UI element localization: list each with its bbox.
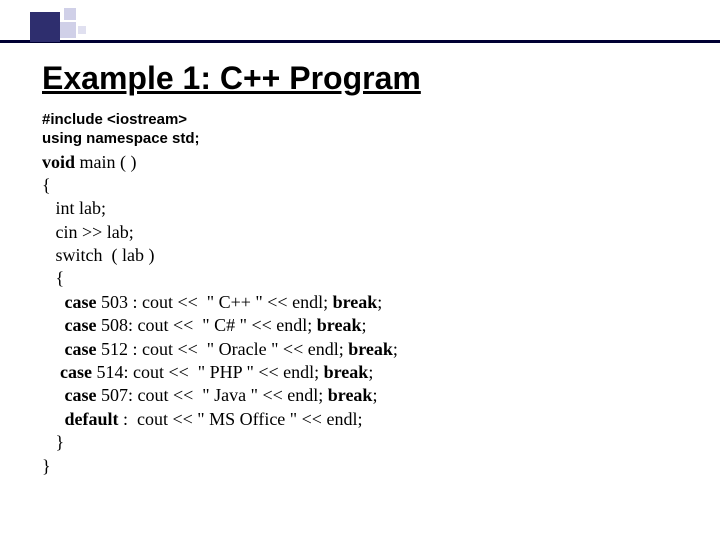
brace-open: { xyxy=(42,175,51,195)
kw-break: break xyxy=(333,292,378,312)
kw-case: case xyxy=(60,362,92,382)
switch-line: switch ( lab ) xyxy=(42,245,154,265)
semi: ; xyxy=(372,385,377,405)
indent xyxy=(42,292,65,312)
header-decoration xyxy=(0,0,720,48)
code-block: void main ( ) { int lab; cin >> lab; swi… xyxy=(42,151,690,478)
indent xyxy=(42,385,65,405)
square-icon xyxy=(64,8,76,20)
square-icon xyxy=(60,22,76,38)
kw-default: default xyxy=(65,409,119,429)
kw-break: break xyxy=(328,385,373,405)
default-line: : cout << " MS Office " << endl; xyxy=(119,409,363,429)
include-line: #include <iostream> xyxy=(42,111,690,130)
kw-case: case xyxy=(65,292,97,312)
main-sig: main ( ) xyxy=(75,152,136,172)
case-514: 514: cout << " PHP " << endl; xyxy=(92,362,324,382)
indent xyxy=(42,315,65,335)
case-512: 512 : cout << " Oracle " << endl; xyxy=(96,339,348,359)
switch-open: { xyxy=(42,268,64,288)
indent xyxy=(42,409,65,429)
slide: Example 1: C++ Program #include <iostrea… xyxy=(0,0,720,540)
using-line: using namespace std; xyxy=(42,130,690,149)
preamble: #include <iostream> using namespace std; xyxy=(42,111,690,149)
semi: ; xyxy=(377,292,382,312)
kw-case: case xyxy=(65,339,97,359)
int-line: int lab; xyxy=(42,198,106,218)
switch-close: } xyxy=(42,432,64,452)
cin-line: cin >> lab; xyxy=(42,222,134,242)
indent xyxy=(42,339,65,359)
header-bar xyxy=(0,40,720,43)
kw-break: break xyxy=(348,339,393,359)
case-507: 507: cout << " Java " << endl; xyxy=(96,385,327,405)
kw-break: break xyxy=(324,362,369,382)
content: Example 1: C++ Program #include <iostrea… xyxy=(42,60,690,478)
kw-case: case xyxy=(65,315,97,335)
kw-void: void xyxy=(42,152,75,172)
semi: ; xyxy=(361,315,366,335)
semi: ; xyxy=(393,339,398,359)
square-icon xyxy=(30,12,60,42)
case-508: 508: cout << " C# " << endl; xyxy=(96,315,316,335)
kw-break: break xyxy=(317,315,362,335)
semi: ; xyxy=(368,362,373,382)
slide-title: Example 1: C++ Program xyxy=(42,60,690,97)
brace-close: } xyxy=(42,456,51,476)
kw-case: case xyxy=(65,385,97,405)
indent xyxy=(42,362,60,382)
square-icon xyxy=(78,26,86,34)
case-503: 503 : cout << " C++ " << endl; xyxy=(96,292,332,312)
